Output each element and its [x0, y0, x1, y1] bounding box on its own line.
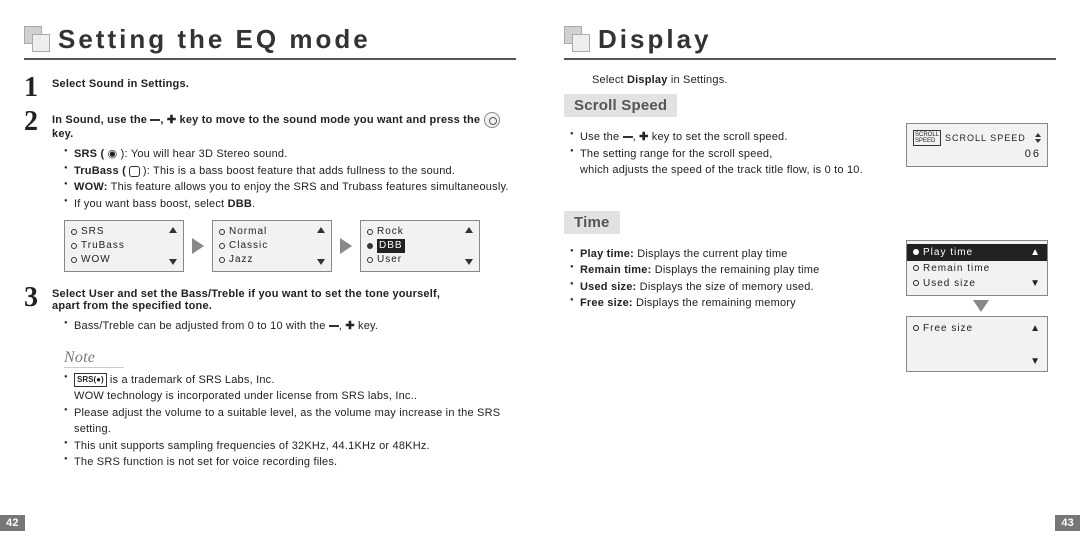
select-key-icon	[484, 112, 500, 128]
eq1-r2: TruBass	[81, 239, 125, 253]
time-b4-label: Free size:	[580, 297, 633, 309]
time-b3-label: Used size:	[580, 281, 636, 293]
eq-lcd-2: Normal Classic Jazz	[212, 220, 332, 272]
scroll-b2b: which adjusts the speed of the track tit…	[580, 164, 863, 176]
step-3-bullets: Bass/Treble can be adjusted from 0 to 10…	[64, 318, 516, 335]
note-2: Please adjust the volume to a suitable l…	[64, 405, 516, 438]
arrow-right-icon	[340, 238, 352, 254]
eq3-r2-selected: DBB	[377, 239, 405, 253]
srs-label: SRS (	[74, 148, 108, 160]
time-b3-text: Displays the size of memory used.	[636, 281, 813, 293]
step-3-line2: apart from the specified tone.	[52, 300, 212, 312]
eq-lcd-3: Rock DBB User	[360, 220, 480, 272]
srs-logo-icon: SRS(●)	[74, 373, 107, 387]
minus-key-icon	[329, 325, 339, 327]
time-section: Play time: Displays the current play tim…	[564, 240, 1056, 372]
step-3-bullet-end: key.	[358, 320, 378, 332]
intro-b: Display	[627, 74, 668, 86]
plus-key-icon: ✚	[167, 114, 176, 126]
eq1-r3: WOW	[81, 253, 111, 267]
page-43: Display Select Display in Settings. Scro…	[540, 0, 1080, 539]
scroll-speed-section: Use the , ✚ key to set the scroll speed.…	[564, 123, 1056, 185]
time-lcd-r4: Free size	[923, 321, 973, 336]
step-2-part-a: In Sound, use the	[52, 114, 150, 126]
minus-key-icon	[150, 119, 160, 121]
time-lcd-r1: Play time	[923, 245, 973, 260]
eq2-r2: Classic	[229, 239, 268, 253]
page-number-right: 43	[1055, 515, 1080, 531]
note-label: Note	[64, 349, 124, 368]
time-b1-text: Displays the current play time	[634, 248, 788, 260]
scroll-speed-heading: Scroll Speed	[564, 94, 677, 117]
scroll-b2: The setting range for the scroll speed,	[580, 148, 772, 160]
title-decor-icon	[24, 20, 48, 56]
intro-a: Select	[592, 74, 627, 86]
note-4: The SRS function is not set for voice re…	[64, 454, 516, 471]
note-3: This unit supports sampling frequencies …	[64, 438, 516, 455]
time-lcd-2: Free size▲ ▼	[906, 316, 1048, 372]
time-lcd-r3: Used size	[923, 276, 976, 291]
eq3-r1: Rock	[377, 225, 404, 239]
wow-text: This feature allows you to enjoy the SRS…	[108, 181, 509, 193]
time-b2-text: Displays the remaining play time	[651, 264, 819, 276]
trubass-text: ): This is a bass boost feature that add…	[140, 165, 455, 177]
step-2-part-c: key.	[52, 128, 73, 140]
eq-mode-row: SRS TruBass WOW Normal Classic Jazz Rock…	[64, 220, 516, 272]
scroll-lcd-label: SCROLL SPEED	[945, 133, 1026, 143]
intro-c: in Settings.	[671, 74, 728, 86]
trubass-label: TruBass (	[74, 165, 129, 177]
arrow-right-icon	[192, 238, 204, 254]
eq3-r3: User	[377, 253, 402, 267]
dbb-bold: DBB	[228, 198, 252, 210]
scroll-tag-icon: SCROLLSPEED	[913, 130, 941, 146]
page-title: Display	[598, 26, 712, 56]
scroll-b1a: Use the	[580, 131, 623, 143]
dbb-text: If you want bass boost, select	[74, 198, 228, 210]
time-lcd-1: Play time▲ Remain time Used size▼	[906, 240, 1048, 296]
eq2-r3: Jazz	[229, 253, 254, 267]
plus-key-icon: ✚	[639, 131, 648, 143]
srs-text: ): You will hear 3D Stereo sound.	[117, 148, 287, 160]
note-bullets: SRS(●) is a trademark of SRS Labs, Inc. …	[64, 372, 516, 471]
trubass-symbol-icon	[129, 166, 139, 177]
minus-key-icon	[623, 136, 633, 138]
title-bar-left: Setting the EQ mode	[24, 18, 516, 60]
time-lcd-r2: Remain time	[923, 261, 990, 276]
page-title: Setting the EQ mode	[58, 26, 371, 56]
step-2: 2 In Sound, use the , ✚ key to move to t…	[24, 108, 516, 140]
wow-label: WOW:	[74, 181, 108, 193]
step-1: 1 Select Sound in Settings.	[24, 74, 516, 102]
step-3-bullet: Bass/Treble can be adjusted from 0 to 10…	[74, 320, 329, 332]
scroll-lcd-value: 06	[913, 148, 1041, 160]
page-42: Setting the EQ mode 1 Select Sound in Se…	[0, 0, 540, 539]
note-1b: WOW technology is incorporated under lic…	[74, 390, 417, 402]
manual-spread: Setting the EQ mode 1 Select Sound in Se…	[0, 0, 1080, 539]
time-b4-text: Displays the remaining memory	[633, 297, 796, 309]
eq2-r1: Normal	[229, 225, 267, 239]
eq1-r1: SRS	[81, 225, 105, 239]
page-number-left: 42	[0, 515, 25, 531]
srs-symbol-icon: ◉	[108, 148, 118, 160]
title-decor-icon	[564, 20, 588, 56]
display-intro: Select Display in Settings.	[592, 74, 1056, 86]
step-2-bullets: SRS ( ◉ ): You will hear 3D Stereo sound…	[64, 146, 516, 212]
step-number: 2	[24, 108, 52, 140]
time-b2-label: Remain time:	[580, 264, 651, 276]
step-number: 3	[24, 284, 52, 312]
scroll-speed-lcd: SCROLLSPEED SCROLL SPEED 06	[906, 123, 1048, 167]
step-3: 3 Select User and set the Bass/Treble if…	[24, 284, 516, 312]
step-number: 1	[24, 74, 52, 102]
title-bar-right: Display	[564, 18, 1056, 60]
step-3-line1: Select User and set the Bass/Treble if y…	[52, 288, 440, 300]
note-1a: is a trademark of SRS Labs, Inc.	[110, 374, 275, 386]
step-2-part-b: key to move to the sound mode you want a…	[180, 114, 484, 126]
step-1-text: Select Sound in Settings.	[52, 78, 189, 90]
plus-key-icon: ✚	[345, 320, 354, 332]
time-b1-label: Play time:	[580, 248, 634, 260]
scroll-b1b: key to set the scroll speed.	[652, 131, 788, 143]
arrow-down-icon	[973, 300, 989, 312]
time-heading: Time	[564, 211, 620, 234]
eq-lcd-1: SRS TruBass WOW	[64, 220, 184, 272]
